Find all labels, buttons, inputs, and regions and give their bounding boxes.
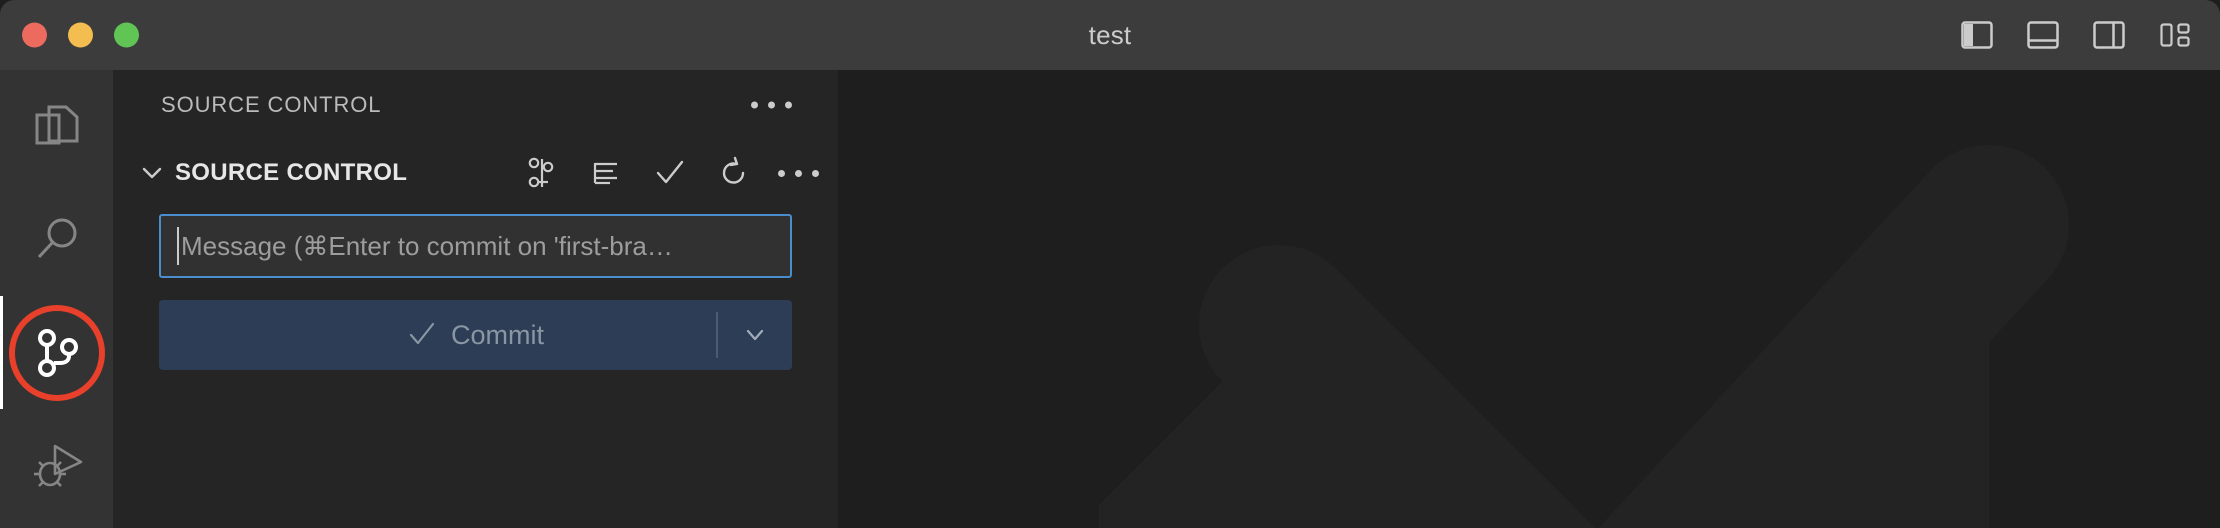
window-title: test: [1088, 19, 1132, 50]
dot-2: [768, 101, 775, 109]
source-control-section-header[interactable]: SOURCE CONTROL: [113, 140, 838, 206]
text-cursor: [177, 227, 179, 265]
commit-message-placeholder: Message (⌘Enter to commit on 'first-bra…: [181, 230, 673, 261]
activity-bar-item-run-and-debug[interactable]: [0, 409, 113, 522]
files-icon: [35, 105, 78, 144]
activity-bar-item-explorer[interactable]: [0, 70, 113, 183]
sidebar-views-more-icon[interactable]: [751, 101, 792, 109]
activity-bar-item-source-control[interactable]: [0, 296, 113, 409]
customize-layout-icon[interactable]: [2155, 17, 2195, 53]
source-control-section-actions: [522, 153, 819, 193]
activity-bar: [0, 70, 113, 528]
commit-button[interactable]: Commit: [159, 300, 792, 370]
dot-3: [811, 169, 819, 177]
title-bar: test: [0, 0, 2220, 70]
commit-button-label: Commit: [451, 319, 544, 350]
chevron-down-icon[interactable]: [135, 156, 169, 190]
sidebar-title: SOURCE CONTROL: [161, 92, 382, 117]
dot-1: [777, 169, 785, 177]
toggle-primary-sidebar-icon[interactable]: [1957, 17, 1997, 53]
editor-area[interactable]: [838, 70, 2220, 528]
commit-dropdown-button[interactable]: [718, 300, 792, 370]
commit-button-container: Commit: [113, 300, 838, 370]
minimize-button[interactable]: [68, 22, 93, 48]
traffic-lights: [22, 22, 139, 48]
source-control-section-label: SOURCE CONTROL: [175, 159, 408, 186]
sidebar-title-bar: SOURCE CONTROL: [113, 70, 838, 140]
more-actions-icon[interactable]: [777, 153, 819, 193]
view-as-list-icon[interactable]: [586, 153, 626, 193]
commit-message-input[interactable]: Message (⌘Enter to commit on 'first-bra…: [159, 214, 792, 278]
toggle-secondary-sidebar-icon[interactable]: [2089, 17, 2129, 53]
source-control-icon: [37, 328, 78, 377]
commit-message-container: Message (⌘Enter to commit on 'first-bra…: [113, 214, 838, 278]
dot-3: [785, 101, 792, 109]
commit-check-icon[interactable]: [650, 153, 690, 193]
maximize-button[interactable]: [114, 22, 139, 48]
toggle-panel-icon[interactable]: [2023, 17, 2063, 53]
close-button[interactable]: [22, 22, 47, 48]
sidebar: SOURCE CONTROL SOURCE CONTROL Message (⌘…: [113, 70, 838, 528]
vscode-logo-watermark: [1099, 144, 2069, 528]
debug-icon: [33, 444, 82, 487]
vscode-window: test SOURCE CONTROL SOURCE CONTROL Messa…: [0, 0, 2220, 528]
dot-2: [794, 169, 802, 177]
dot-1: [751, 101, 758, 109]
refresh-icon[interactable]: [714, 153, 754, 193]
source-control-graph-icon[interactable]: [522, 153, 562, 193]
search-icon: [37, 218, 76, 258]
activity-bar-item-search[interactable]: [0, 183, 113, 296]
chevron-down-icon: [746, 329, 764, 341]
layout-actions: [1957, 17, 2195, 53]
check-icon: [409, 322, 435, 345]
